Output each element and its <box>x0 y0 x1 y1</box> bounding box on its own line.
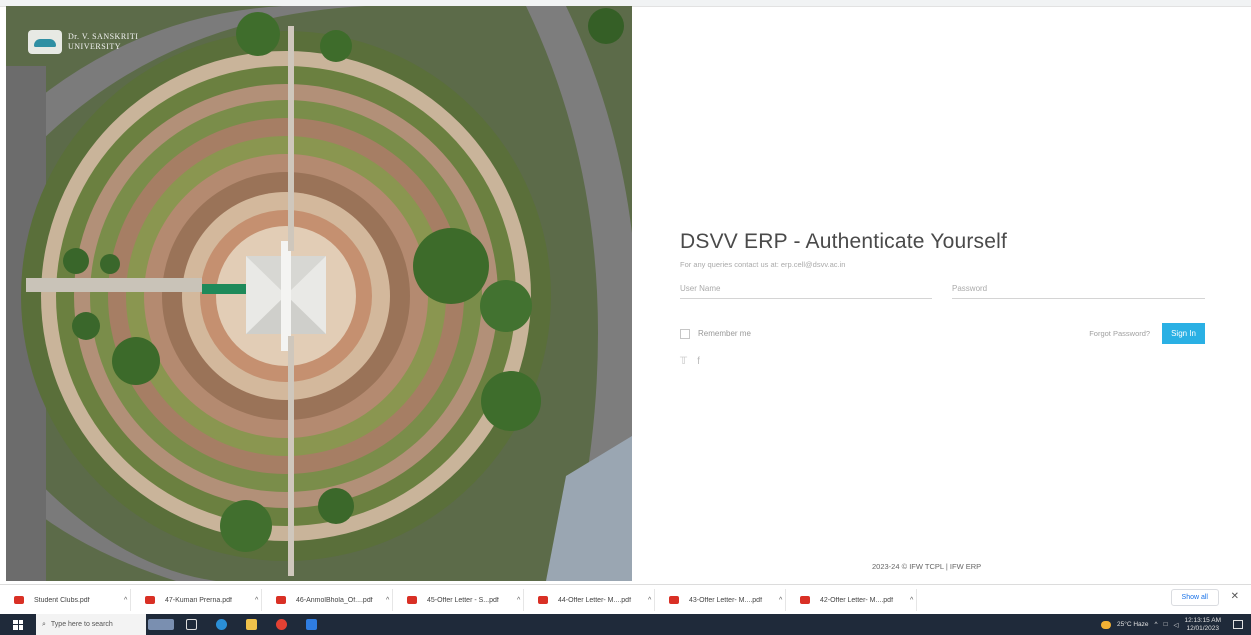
pdf-file-icon <box>800 596 810 604</box>
pdf-file-icon <box>669 596 679 604</box>
taskbar-app-chrome[interactable] <box>266 614 296 635</box>
credentials-row <box>680 281 1205 299</box>
search-icon: ⌕ <box>42 620 46 628</box>
taskbar-app-news[interactable] <box>146 614 176 635</box>
forgot-password-link[interactable]: Forgot Password? <box>1089 329 1150 338</box>
file-explorer-icon <box>245 619 257 630</box>
taskbar-app-store[interactable] <box>296 614 326 635</box>
remember-me-label: Remember me <box>698 329 751 338</box>
download-filename: 46-AnmolBhola_Of....pdf <box>296 596 373 604</box>
download-item[interactable]: 44-Offer Letter- M....pdf ^ <box>524 589 655 611</box>
edge-browser-icon <box>215 619 227 630</box>
downloads-bar: Student Clubs.pdf ^ 47-Kumari Prerna.pdf… <box>0 584 1251 615</box>
chevron-up-icon[interactable]: ^ <box>124 597 127 604</box>
taskbar-app-edge[interactable] <box>206 614 236 635</box>
close-icon[interactable]: ✕ <box>1231 591 1239 602</box>
taskbar-app-explorer[interactable] <box>236 614 266 635</box>
logo-text-line2: UNIVERSITY <box>68 42 121 51</box>
chevron-up-icon[interactable]: ^ <box>386 597 389 604</box>
logo-emblem-icon <box>28 30 62 54</box>
copyright-footer: 2023-24 © IFW TCPL | IFW ERP <box>872 562 982 571</box>
volume-icon[interactable]: ◁ <box>1174 621 1179 629</box>
chevron-up-icon[interactable]: ^ <box>779 597 782 604</box>
clock[interactable]: 12:13:15 AM 12/01/2023 <box>1185 617 1222 633</box>
download-item[interactable]: 42-Offer Letter- M....pdf ^ <box>786 589 917 611</box>
chevron-up-icon[interactable]: ^ <box>648 597 651 604</box>
network-icon[interactable]: □ <box>1164 621 1168 628</box>
pdf-file-icon <box>407 596 417 604</box>
facebook-icon[interactable]: f <box>697 356 700 367</box>
logo-text: Dr. V. SANSKRITI UNIVERSITY <box>68 32 138 52</box>
download-filename: 43-Offer Letter- M....pdf <box>689 596 763 604</box>
store-icon <box>305 619 317 630</box>
twitter-icon[interactable]: 𝕋 <box>680 356 687 367</box>
download-filename: 42-Offer Letter- M....pdf <box>820 596 894 604</box>
weather-icon <box>1100 620 1111 629</box>
notification-icon[interactable] <box>1233 620 1243 629</box>
social-links: 𝕋 f <box>680 356 1205 367</box>
chrome-icon <box>275 619 287 630</box>
login-panel: DSVV ERP - Authenticate Yourself For any… <box>680 230 1205 367</box>
download-filename: 47-Kumari Prerna.pdf <box>165 596 232 604</box>
pdf-file-icon <box>145 596 155 604</box>
chevron-up-icon[interactable]: ^ <box>255 597 258 604</box>
clock-date: 12/01/2023 <box>1186 624 1220 632</box>
download-item[interactable]: 43-Offer Letter- M....pdf ^ <box>655 589 786 611</box>
windows-logo-icon <box>13 619 23 630</box>
download-item[interactable]: 45-Offer Letter - S...pdf ^ <box>393 589 524 611</box>
taskbar-app-taskview[interactable] <box>176 614 206 635</box>
download-item[interactable]: Student Clubs.pdf ^ <box>0 589 131 611</box>
download-filename: 44-Offer Letter- M....pdf <box>558 596 632 604</box>
logo-text-line1: Dr. V. SANSKRITI <box>68 32 139 41</box>
contact-subtitle: For any queries contact us at: erp.cell@… <box>680 260 846 269</box>
pdf-file-icon <box>14 596 24 604</box>
password-input[interactable] <box>952 281 1205 299</box>
windows-taskbar: ⌕ Type here to search 25°C Haze ^ □ ◁ 12… <box>0 614 1251 635</box>
chevron-up-icon[interactable]: ^ <box>517 597 520 604</box>
tray-chevron-icon[interactable]: ^ <box>1155 621 1158 628</box>
checkbox-box[interactable] <box>680 328 690 339</box>
system-tray: 25°C Haze ^ □ ◁ 12:13:15 AM 12/01/2023 <box>1100 614 1251 635</box>
download-item[interactable]: 47-Kumari Prerna.pdf ^ <box>131 589 262 611</box>
taskbar-search[interactable]: ⌕ Type here to search <box>36 614 146 635</box>
download-filename: 45-Offer Letter - S...pdf <box>427 596 499 604</box>
page-title: DSVV ERP - Authenticate Yourself <box>680 230 1008 253</box>
pdf-file-icon <box>538 596 548 604</box>
pdf-file-icon <box>276 596 286 604</box>
weather-text[interactable]: 25°C Haze <box>1117 621 1149 628</box>
remember-me-checkbox[interactable]: Remember me <box>680 328 751 339</box>
show-all-button[interactable]: Show all <box>1170 589 1219 606</box>
search-placeholder: Type here to search <box>50 621 113 628</box>
clock-time: 12:13:15 AM <box>1184 616 1222 624</box>
task-view-icon <box>185 619 197 630</box>
university-logo[interactable]: Dr. V. SANSKRITI UNIVERSITY <box>28 30 138 54</box>
news-widget-icon <box>148 619 174 630</box>
chevron-up-icon[interactable]: ^ <box>910 597 913 604</box>
actions-row: Remember me Forgot Password? Sign In <box>680 323 1205 344</box>
sign-in-button[interactable]: Sign In <box>1162 323 1205 344</box>
campus-aerial-image: Dr. V. SANSKRITI UNIVERSITY <box>6 6 632 581</box>
start-button[interactable] <box>0 614 36 635</box>
download-filename: Student Clubs.pdf <box>34 596 90 604</box>
download-item[interactable]: 46-AnmolBhola_Of....pdf ^ <box>262 589 393 611</box>
username-input[interactable] <box>680 281 932 299</box>
